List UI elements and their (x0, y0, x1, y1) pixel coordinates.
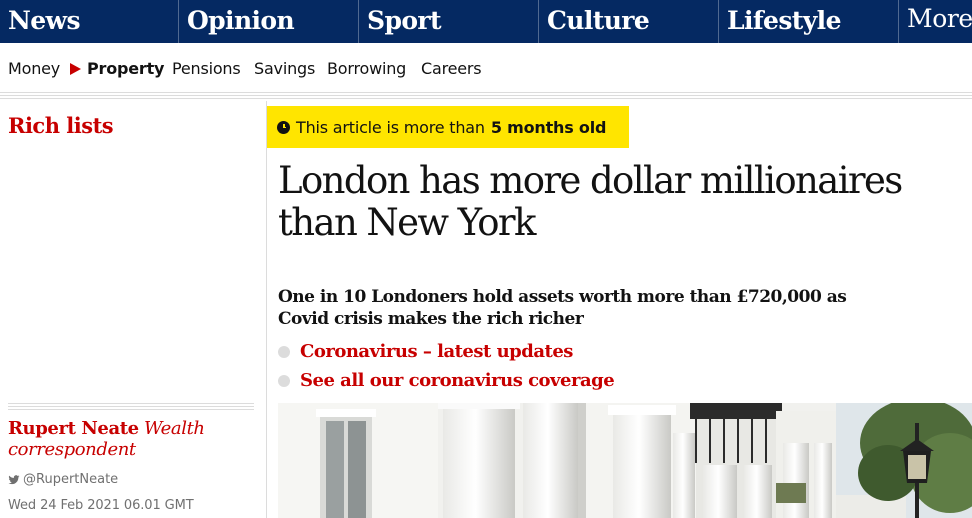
clock-icon (277, 120, 290, 134)
related-link-coronavirus-updates[interactable]: Coronavirus – latest updates (300, 341, 573, 362)
subnav-item-money[interactable]: Money (8, 59, 60, 78)
related-link-item: See all our coronavirus coverage (278, 366, 615, 395)
twitter-handle: @RupertNeate (23, 472, 119, 487)
subnav-item-careers[interactable]: Careers (421, 59, 482, 78)
nav-pillar-opinion[interactable]: Opinion (178, 0, 358, 43)
related-links-list: Coronavirus – latest updates See all our… (278, 337, 615, 395)
nav-pillar-news[interactable]: News (0, 0, 178, 43)
subnav-item-savings[interactable]: Savings (254, 59, 315, 78)
twitter-handle-link[interactable]: @RupertNeate (8, 472, 118, 487)
related-link-coronavirus-coverage[interactable]: See all our coronavirus coverage (300, 370, 615, 391)
series-label[interactable]: Rich lists (8, 113, 114, 138)
section-divider (0, 92, 972, 101)
article-standfirst: One in 10 Londoners hold assets worth mo… (278, 287, 847, 329)
article-headline: London has more dollar millionaires than… (278, 159, 903, 244)
subnav-item-pensions[interactable]: Pensions (172, 59, 241, 78)
terrace-houses-illustration (278, 403, 972, 518)
author-name[interactable]: Rupert Neate (8, 418, 139, 439)
current-section-arrow-icon (70, 63, 81, 75)
age-warning-age: 5 months old (490, 117, 607, 137)
twitter-icon (8, 474, 20, 484)
byline: Rupert Neate Wealth correspondent (8, 418, 258, 460)
nav-pillar-lifestyle[interactable]: Lifestyle (718, 0, 898, 43)
bullet-icon (278, 374, 290, 387)
article-age-warning: This article is more than 5 months old (267, 106, 629, 148)
bullet-icon (278, 345, 290, 358)
nav-pillar-culture[interactable]: Culture (538, 0, 718, 43)
subnav-item-property[interactable]: Property (87, 59, 164, 78)
publication-date: Wed 24 Feb 2021 06.01 GMT (8, 498, 194, 513)
sub-nav: Money Property Pensions Savings Borrowin… (0, 43, 972, 91)
nav-pillar-sport[interactable]: Sport (358, 0, 538, 43)
article-main-image (278, 403, 972, 518)
nav-more-button[interactable]: More (898, 0, 972, 43)
pillar-nav: News Opinion Sport Culture Lifestyle Mor… (0, 0, 972, 43)
column-divider (266, 101, 267, 518)
subnav-item-borrowing[interactable]: Borrowing (327, 59, 406, 78)
byline-divider (8, 403, 254, 412)
related-link-item: Coronavirus – latest updates (278, 337, 614, 366)
age-warning-text: This article is more than (296, 117, 485, 137)
